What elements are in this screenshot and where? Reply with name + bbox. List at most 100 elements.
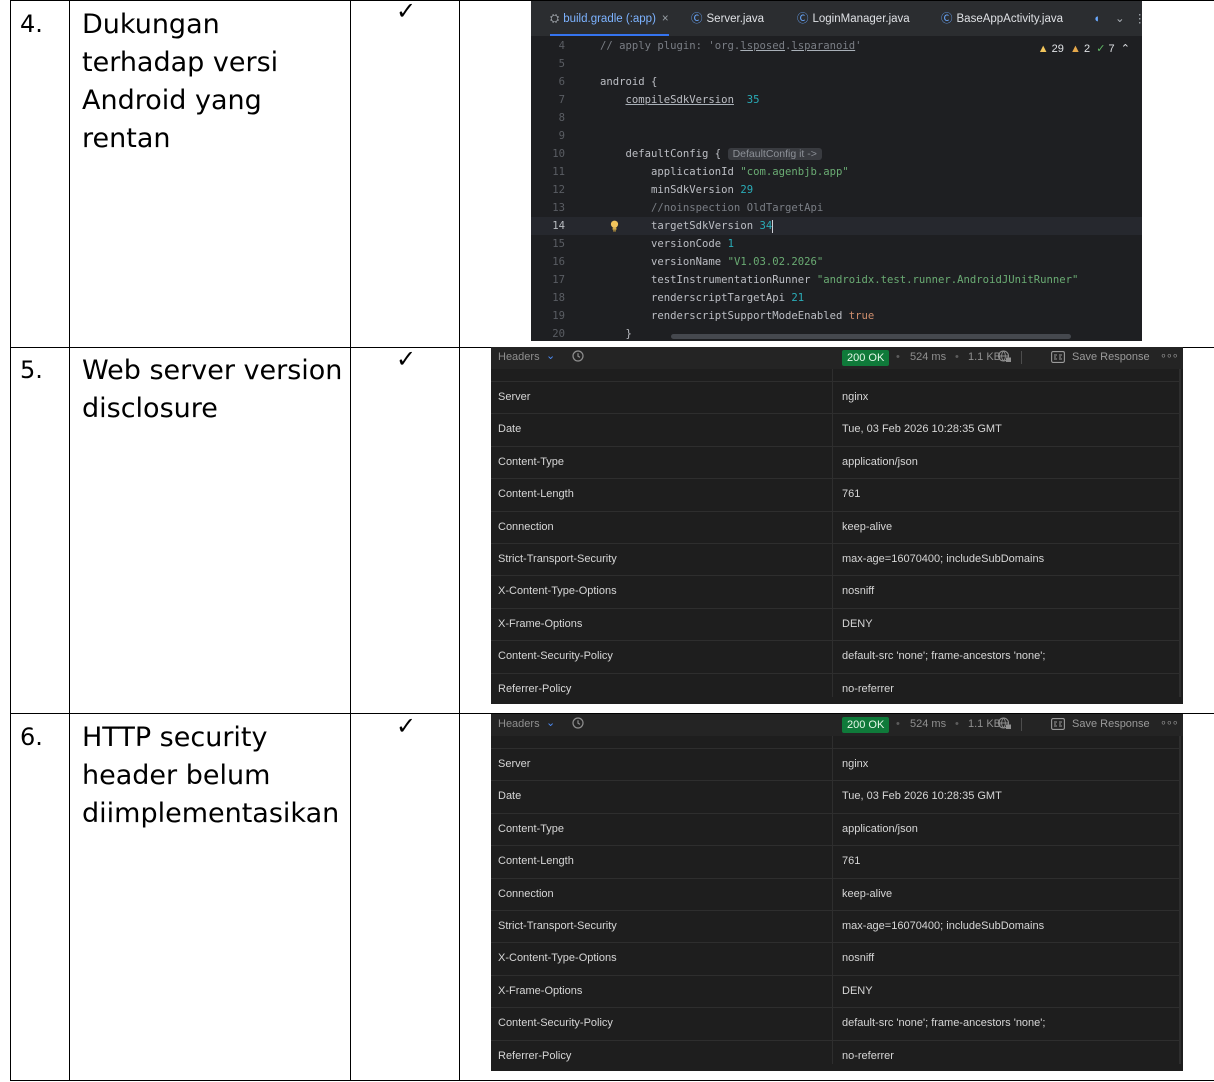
header-row[interactable]: Server nginx	[491, 748, 1179, 781]
vertical-scrollbar[interactable]	[1179, 736, 1181, 1064]
header-row[interactable]: Referrer-Policy no-referrer	[491, 1039, 1179, 1071]
separator-dot: •	[896, 718, 900, 730]
java-class-icon: Ⓒ	[691, 13, 703, 25]
more-options-icon[interactable]: ∘∘∘	[1160, 349, 1179, 362]
code-line[interactable]: 15 versionCode 1	[531, 235, 1142, 253]
code-line[interactable]: 17 testInstrumentationRunner "androidx.t…	[531, 271, 1142, 289]
header-row[interactable]: Content-Length 761	[491, 845, 1179, 878]
code-line[interactable]: 18 renderscriptTargetApi 21	[531, 289, 1142, 307]
save-example-icon[interactable]	[1051, 718, 1065, 730]
history-icon[interactable]	[571, 349, 585, 363]
code-text: applicationId "com.agenbjb.app"	[600, 163, 849, 181]
header-row[interactable]: X-Content-Type-Options nosniff	[491, 575, 1179, 608]
horizontal-scrollbar[interactable]	[671, 334, 1071, 339]
header-row[interactable]: Content-Security-Policy default-src 'none…	[491, 640, 1179, 673]
tab-loginmanager-java[interactable]: Ⓒ LoginManager.java	[797, 1, 910, 36]
header-row[interactable]: X-Content-Type-Options nosniff	[491, 942, 1179, 975]
code-line[interactable]: 6 android {	[531, 73, 1142, 91]
inspection-widget[interactable]: ▲ 29 ▲ 2 ✓ 7 ⌃	[1038, 42, 1130, 55]
headers-tab[interactable]: Headers	[498, 351, 540, 363]
code-line[interactable]: 14 targetSdkVersion 34	[531, 217, 1142, 235]
save-response-button[interactable]: Save Response	[1072, 351, 1150, 363]
code-line[interactable]: 9	[531, 127, 1142, 145]
code-line[interactable]: 10 defaultConfig { DefaultConfig it ->	[531, 145, 1142, 163]
header-row[interactable]: Strict-Transport-Security max-age=1607040…	[491, 543, 1179, 576]
header-row[interactable]: Date Tue, 03 Feb 2026 10:28:35 GMT	[491, 413, 1179, 446]
code-line[interactable]: 7 compileSdkVersion 35	[531, 91, 1142, 109]
header-row[interactable]: Referrer-Policy no-referrer	[491, 672, 1179, 704]
tab-label: LoginManager.java	[812, 13, 910, 25]
header-row[interactable]: Strict-Transport-Security max-age=1607040…	[491, 910, 1179, 943]
header-row[interactable]: Connection keep-alive	[491, 877, 1179, 911]
code-token: testInstrumentationRunner	[600, 274, 817, 286]
code-line[interactable]: 12 minSdkVersion 29	[531, 181, 1142, 199]
header-row[interactable]: Content-Type application/json	[491, 445, 1179, 479]
globe-lock-icon[interactable]	[997, 349, 1012, 364]
save-example-icon[interactable]	[1051, 351, 1065, 363]
header-key: X-Frame-Options	[498, 617, 583, 630]
line-number: 11	[552, 166, 565, 178]
code-text: compileSdkVersion 35	[600, 91, 760, 109]
ide-editor-screenshot: ⛭ build.gradle (:app) × Ⓒ Server.java Ⓒ Logi…	[531, 1, 1142, 341]
chevron-down-icon[interactable]: ⌄	[1115, 1, 1125, 36]
code-line[interactable]: 8	[531, 109, 1142, 127]
code-token: targetSdkVersion	[600, 220, 760, 232]
history-icon[interactable]	[571, 716, 585, 730]
tab-server-java[interactable]: Ⓒ Server.java	[691, 1, 764, 36]
header-row[interactable]: X-Frame-Options DENY	[491, 607, 1179, 641]
code-area[interactable]: 4 // apply plugin: 'org.lsposed.lsparanoi…	[531, 36, 1142, 341]
header-key: X-Content-Type-Options	[498, 952, 617, 965]
code-line[interactable]: 13 //noinspection OldTargetApi	[531, 199, 1142, 217]
tab-baseappactivity-java[interactable]: Ⓒ BaseAppActivity.java	[941, 1, 1063, 36]
tab-build-gradle[interactable]: ⛭ build.gradle (:app) ×	[550, 1, 669, 36]
code-token: renderscriptTargetApi	[600, 292, 792, 304]
more-tabs-icon[interactable]: ◖	[1093, 1, 1100, 36]
check-icon: ✓	[1096, 43, 1106, 55]
response-headers-panel: Headers ⌄ 200 OK • 524 ms • 1.1 KB Save Respons…	[491, 714, 1183, 1071]
chevron-down-icon[interactable]: ⌄	[546, 349, 555, 362]
separator-dot: •	[955, 718, 959, 730]
headers-tab[interactable]: Headers	[498, 718, 540, 730]
globe-lock-icon[interactable]	[997, 716, 1012, 731]
header-value: nginx	[842, 758, 869, 770]
table-border	[69, 0, 70, 1081]
checkmark: ✓	[396, 0, 417, 25]
line-number: 18	[552, 292, 565, 304]
kebab-menu-icon[interactable]: ⋮	[1134, 1, 1142, 36]
header-key: X-Frame-Options	[498, 984, 583, 997]
header-row[interactable]: Date Tue, 03 Feb 2026 10:28:35 GMT	[491, 780, 1179, 813]
code-token: versionName	[600, 256, 728, 268]
code-token: 21	[791, 292, 805, 304]
header-value: no-referrer	[842, 1049, 894, 1062]
code-token: lsparanoid	[791, 40, 856, 52]
header-value: application/json	[842, 822, 918, 835]
header-row[interactable]: Server nginx	[491, 381, 1179, 414]
header-key: Connection	[498, 520, 554, 533]
line-number: 15	[552, 238, 565, 250]
more-options-icon[interactable]: ∘∘∘	[1160, 716, 1179, 729]
code-token: "V1.03.02.2026"	[727, 256, 824, 268]
chevron-down-icon[interactable]: ⌄	[546, 716, 555, 729]
chevron-up-icon[interactable]: ⌃	[1121, 43, 1130, 55]
code-line[interactable]: 5	[531, 55, 1142, 73]
code-line[interactable]: 11 applicationId "com.agenbjb.app"	[531, 163, 1142, 181]
code-text: //noinspection OldTargetApi	[600, 199, 823, 217]
code-text: renderscriptTargetApi 21	[600, 289, 804, 307]
save-response-button[interactable]: Save Response	[1072, 718, 1150, 730]
header-key: Referrer-Policy	[498, 1049, 572, 1062]
code-token: versionCode	[600, 238, 728, 250]
header-key: Strict-Transport-Security	[498, 920, 617, 932]
code-token: //noinspection OldTargetApi	[600, 202, 824, 214]
vertical-scrollbar[interactable]	[1179, 369, 1181, 697]
java-class-icon: Ⓒ	[941, 13, 953, 25]
header-row[interactable]: Content-Type application/json	[491, 812, 1179, 846]
header-row[interactable]: Connection keep-alive	[491, 510, 1179, 544]
code-line[interactable]: 19 renderscriptSupportModeEnabled true	[531, 307, 1142, 325]
header-row[interactable]: X-Frame-Options DENY	[491, 974, 1179, 1008]
code-line[interactable]: 16 versionName "V1.03.02.2026"	[531, 253, 1142, 271]
status-badge: 200 OK	[842, 717, 890, 733]
header-value: application/json	[842, 455, 918, 468]
header-row[interactable]: Content-Length 761	[491, 478, 1179, 511]
close-icon[interactable]: ×	[662, 13, 669, 25]
header-row[interactable]: Content-Security-Policy default-src 'none…	[491, 1007, 1179, 1040]
